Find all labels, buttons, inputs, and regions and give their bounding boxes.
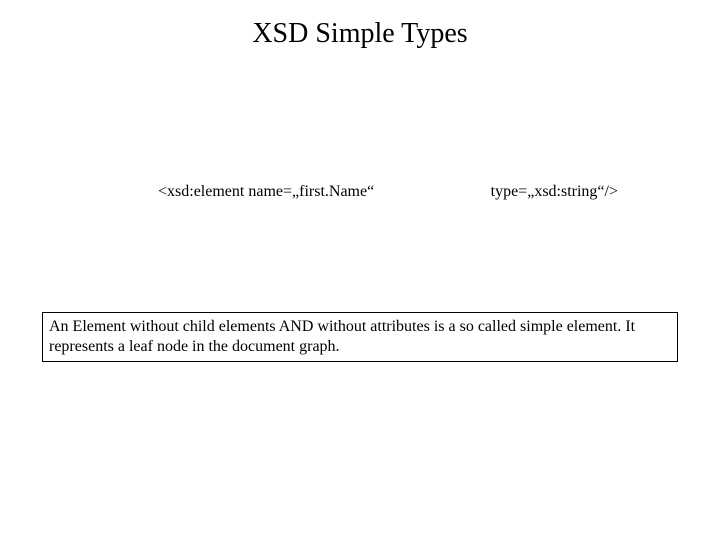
code-example-row: <xsd:element name=„first.Name“ type=„xsd… (158, 183, 618, 201)
description-box: An Element without child elements AND wi… (42, 312, 678, 362)
code-fragment-right: type=„xsd:string“/> (491, 183, 618, 201)
description-text: An Element without child elements AND wi… (49, 318, 635, 355)
code-fragment-left: <xsd:element name=„first.Name“ (158, 183, 374, 201)
slide-title: XSD Simple Types (0, 18, 720, 50)
